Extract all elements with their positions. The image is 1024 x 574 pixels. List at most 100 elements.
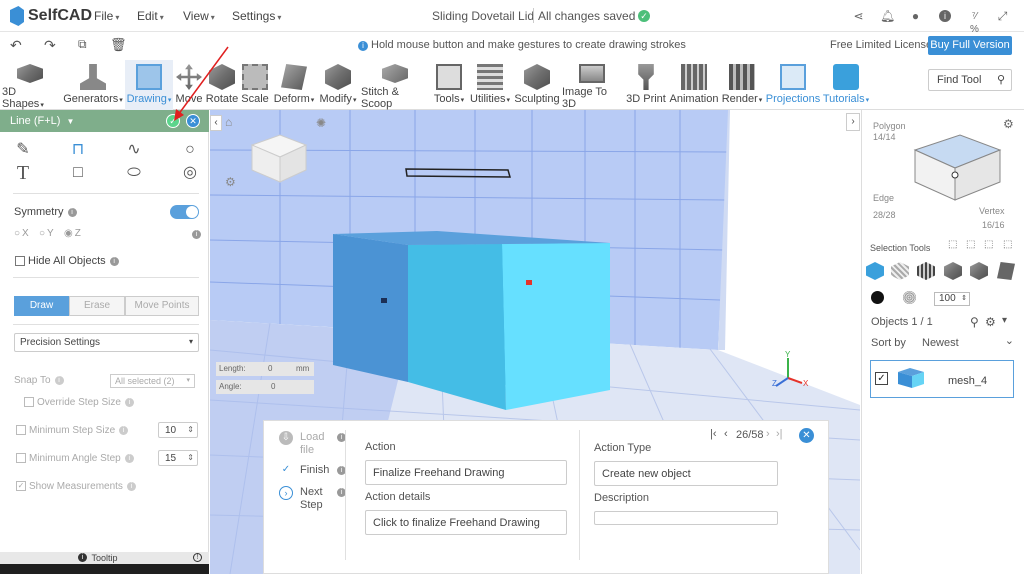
collapse-right-icon[interactable]: ›	[846, 113, 860, 131]
text-icon[interactable]: T	[13, 163, 33, 183]
action-field[interactable]: Finalize Freehand Drawing	[365, 460, 567, 485]
object-list-item[interactable]	[870, 360, 1014, 398]
opacity-input[interactable]: 100	[934, 292, 970, 306]
info-icon[interactable]: i	[939, 10, 951, 22]
color-swatch[interactable]	[871, 291, 884, 304]
redo-icon[interactable]: ↷	[44, 37, 56, 54]
snap-to-select[interactable]: All selected (2)	[110, 374, 195, 388]
ring-icon[interactable]: ◎	[180, 163, 200, 183]
tooltip-bar[interactable]: i Tooltip!	[0, 552, 209, 564]
tool-scale[interactable]: Scale	[240, 60, 270, 110]
step-finish[interactable]: Finish	[300, 464, 329, 476]
lasso-tool-icon[interactable]: ⬚	[966, 239, 975, 250]
collapse-left-icon[interactable]: ‹	[210, 115, 222, 131]
last-step-icon[interactable]: ›|	[776, 428, 783, 440]
menu-edit[interactable]: Edit	[137, 9, 164, 23]
rectangle-icon[interactable]: □	[68, 163, 88, 183]
wireframe-sphere-icon[interactable]	[903, 291, 916, 304]
draw-mode-button[interactable]: Draw	[14, 296, 69, 316]
divider	[13, 324, 199, 325]
length-readout[interactable]: Length: 0 mm	[216, 362, 314, 376]
tool-3d-print[interactable]: 3D Print	[624, 60, 668, 110]
axis-z-radio[interactable]: Z	[64, 228, 81, 239]
tool-utilities[interactable]: Utilities	[468, 60, 512, 110]
box-select-icon[interactable]: ⬚	[1003, 239, 1012, 250]
brush-icon[interactable]: ✎	[13, 140, 33, 160]
circle-icon[interactable]: ○	[180, 140, 200, 160]
menu-file[interactable]: File	[94, 9, 119, 23]
fullscreen-icon[interactable]: ⤢	[996, 10, 1009, 23]
home-icon[interactable]: ⌂	[225, 115, 232, 129]
user-icon[interactable]: ●	[909, 10, 922, 23]
angle-readout[interactable]: Angle: 0	[216, 380, 314, 394]
select-tool-icon[interactable]: ⬚	[948, 239, 957, 250]
prev-step-icon[interactable]: ‹	[724, 428, 728, 440]
tool-sculpting[interactable]: Sculpting	[514, 60, 560, 110]
bell-icon[interactable]: 🔔︎	[880, 10, 895, 23]
paint-select-icon[interactable]: ⬚	[984, 239, 993, 250]
action-type-field[interactable]: Create new object	[594, 461, 778, 486]
menu-view[interactable]: View	[183, 9, 215, 23]
erase-mode-button[interactable]: Erase	[69, 296, 125, 316]
tool-modify[interactable]: Modify	[318, 60, 358, 110]
step-next[interactable]: Next Step	[300, 486, 330, 512]
min-angle-checkbox[interactable]: Minimum Angle Step i	[16, 453, 134, 464]
object-checkbox[interactable]: ✓	[875, 372, 888, 385]
next-step-arrow-icon[interactable]: ›	[766, 428, 770, 440]
tool-animation[interactable]: Animation	[668, 60, 720, 110]
description-field[interactable]	[594, 511, 778, 525]
close-icon[interactable]: ✕	[186, 114, 200, 128]
settings-gear-icon[interactable]: ⚙	[225, 175, 236, 189]
tool-render[interactable]: Render	[721, 60, 763, 110]
confirm-icon[interactable]: ✓	[166, 114, 180, 128]
find-tool-input[interactable]: Find Tool ⚲	[928, 69, 1012, 91]
tool-deform[interactable]: Deform	[272, 60, 316, 110]
tool-3d-shapes[interactable]: 3D Shapes	[2, 60, 58, 110]
hide-all-objects-checkbox[interactable]: Hide All Objects i	[15, 255, 119, 267]
tool-stitch-scoop[interactable]: Stitch & Scoop	[361, 60, 429, 110]
printer-icon	[638, 64, 654, 90]
show-measurements-checkbox[interactable]: ✓ Show Measurements i	[16, 481, 136, 492]
line-tool-icon[interactable]: ⊓	[68, 140, 88, 160]
objects-menu-icon[interactable]: ▾	[1002, 315, 1007, 326]
override-step-checkbox[interactable]: Override Step Size i	[24, 397, 134, 408]
copy-icon[interactable]: ⧉	[78, 37, 87, 52]
light-icon[interactable]: ✺	[316, 116, 326, 130]
move-points-mode-button[interactable]: Move Points	[125, 296, 199, 316]
min-angle-input[interactable]: 15	[158, 450, 198, 466]
trash-icon[interactable]: 🗑︎	[110, 37, 127, 53]
dialog-close-icon[interactable]: ✕	[799, 428, 814, 443]
document-title[interactable]: Sliding Dovetail Lid	[432, 9, 534, 23]
save-status[interactable]: All changes saved	[538, 9, 642, 23]
undo-icon[interactable]: ↶	[10, 37, 22, 54]
curve-icon[interactable]: ∿	[124, 140, 144, 160]
tool-image-to-3d[interactable]: Image To 3D	[562, 60, 622, 110]
step-load-file[interactable]: Load file	[300, 431, 330, 457]
tool-generators[interactable]: Generators	[62, 60, 124, 110]
panel-settings-gear-icon[interactable]: ⚙	[1003, 117, 1014, 131]
first-step-icon[interactable]: |‹	[710, 428, 717, 440]
app-logo[interactable]: SelfCAD	[10, 6, 92, 26]
axis-y-radio[interactable]: Y	[39, 228, 54, 239]
ellipse-icon[interactable]: ⬭	[124, 163, 144, 183]
tool-move[interactable]: Move	[174, 60, 204, 110]
min-step-input[interactable]: 10	[158, 422, 198, 438]
buy-full-version-button[interactable]: Buy Full Version	[928, 36, 1012, 55]
action-details-field[interactable]: Click to finalize Freehand Drawing	[365, 510, 567, 535]
tool-tools[interactable]: Tools	[431, 60, 467, 110]
tool-drawing[interactable]: Drawing	[125, 60, 173, 110]
tool-tutorials[interactable]: Tutorials	[822, 60, 870, 110]
share-icon[interactable]: ⋖	[852, 10, 865, 23]
objects-settings-icon[interactable]: ⚙	[985, 315, 996, 329]
precision-settings-select[interactable]: Precision Settings	[14, 333, 199, 352]
symmetry-toggle[interactable]	[170, 205, 199, 219]
tool-rotate[interactable]: Rotate	[206, 60, 238, 110]
menu-settings[interactable]: Settings	[232, 9, 281, 23]
search-objects-icon[interactable]: ⚲	[970, 315, 979, 329]
axis-x-radio[interactable]: X	[14, 228, 29, 239]
sort-by-select[interactable]: Newest	[922, 334, 1014, 349]
unit-toggle-icon[interactable]: ⁷⁄%	[968, 10, 981, 35]
selection-cube-preview[interactable]	[905, 130, 1005, 210]
min-step-checkbox[interactable]: Minimum Step Size i	[16, 425, 129, 436]
tool-projections[interactable]: Projections	[766, 60, 820, 110]
